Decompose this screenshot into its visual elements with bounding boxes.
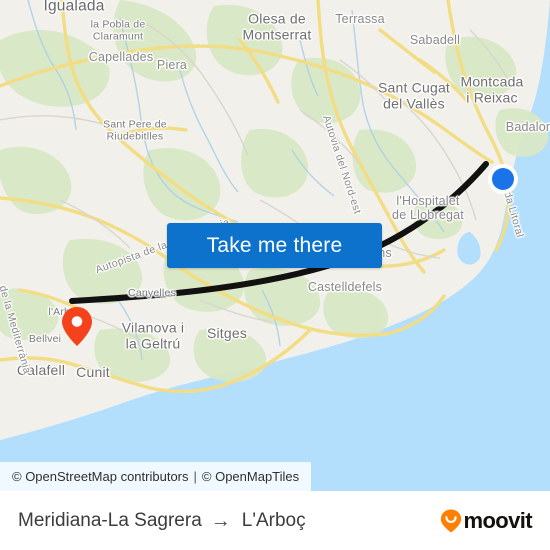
route-summary: Meridiana-La Sagrera → L'Arboç bbox=[18, 510, 306, 532]
attribution-separator: | bbox=[193, 469, 197, 484]
map-pin-icon bbox=[62, 307, 92, 346]
attribution-openmaptiles[interactable]: © OpenMapTiles bbox=[202, 469, 299, 484]
map-canvas[interactable]: Igualada la Pobla de Claramunt Capellades P… bbox=[0, 0, 550, 491]
arrow-right-icon: → bbox=[210, 509, 231, 532]
route-destination-label: L'Arboç bbox=[241, 509, 306, 531]
moovit-logo[interactable]: moovit bbox=[440, 507, 533, 534]
map-attribution: © OpenStreetMap contributors | © OpenMap… bbox=[0, 462, 312, 491]
take-me-there-button[interactable]: Take me there bbox=[167, 223, 382, 268]
location-dot-icon bbox=[488, 164, 518, 194]
attribution-osm[interactable]: © OpenStreetMap contributors bbox=[12, 469, 189, 484]
route-origin-label: Meridiana-La Sagrera bbox=[18, 509, 202, 531]
moovit-pin-icon bbox=[441, 509, 462, 532]
moovit-wordmark: moovit bbox=[463, 507, 532, 533]
moovit-route-map-screen: Igualada la Pobla de Claramunt Capellades P… bbox=[0, 0, 550, 550]
footer-bar: Meridiana-La Sagrera → L'Arboç moovit bbox=[0, 491, 550, 550]
